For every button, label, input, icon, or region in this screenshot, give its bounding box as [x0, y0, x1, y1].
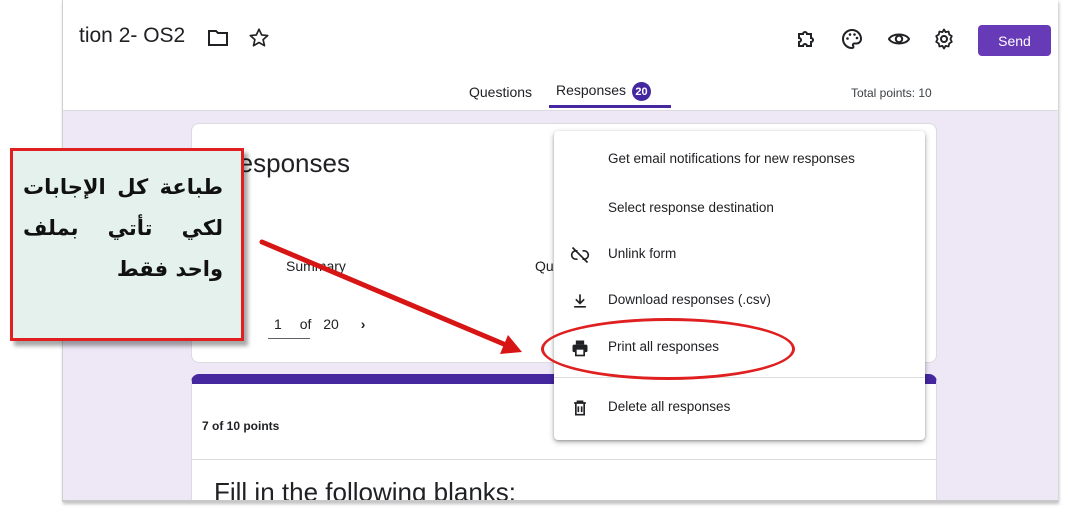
annotation-line: واحد فقط [116, 257, 223, 281]
annotation-line: لكي تأتي بملف [23, 216, 223, 240]
annotation-line: طباعة كل الإجابات [23, 175, 223, 199]
annotation-callout: طباعة كل الإجابات لكي تأتي بملف واحد فقط [10, 148, 244, 341]
